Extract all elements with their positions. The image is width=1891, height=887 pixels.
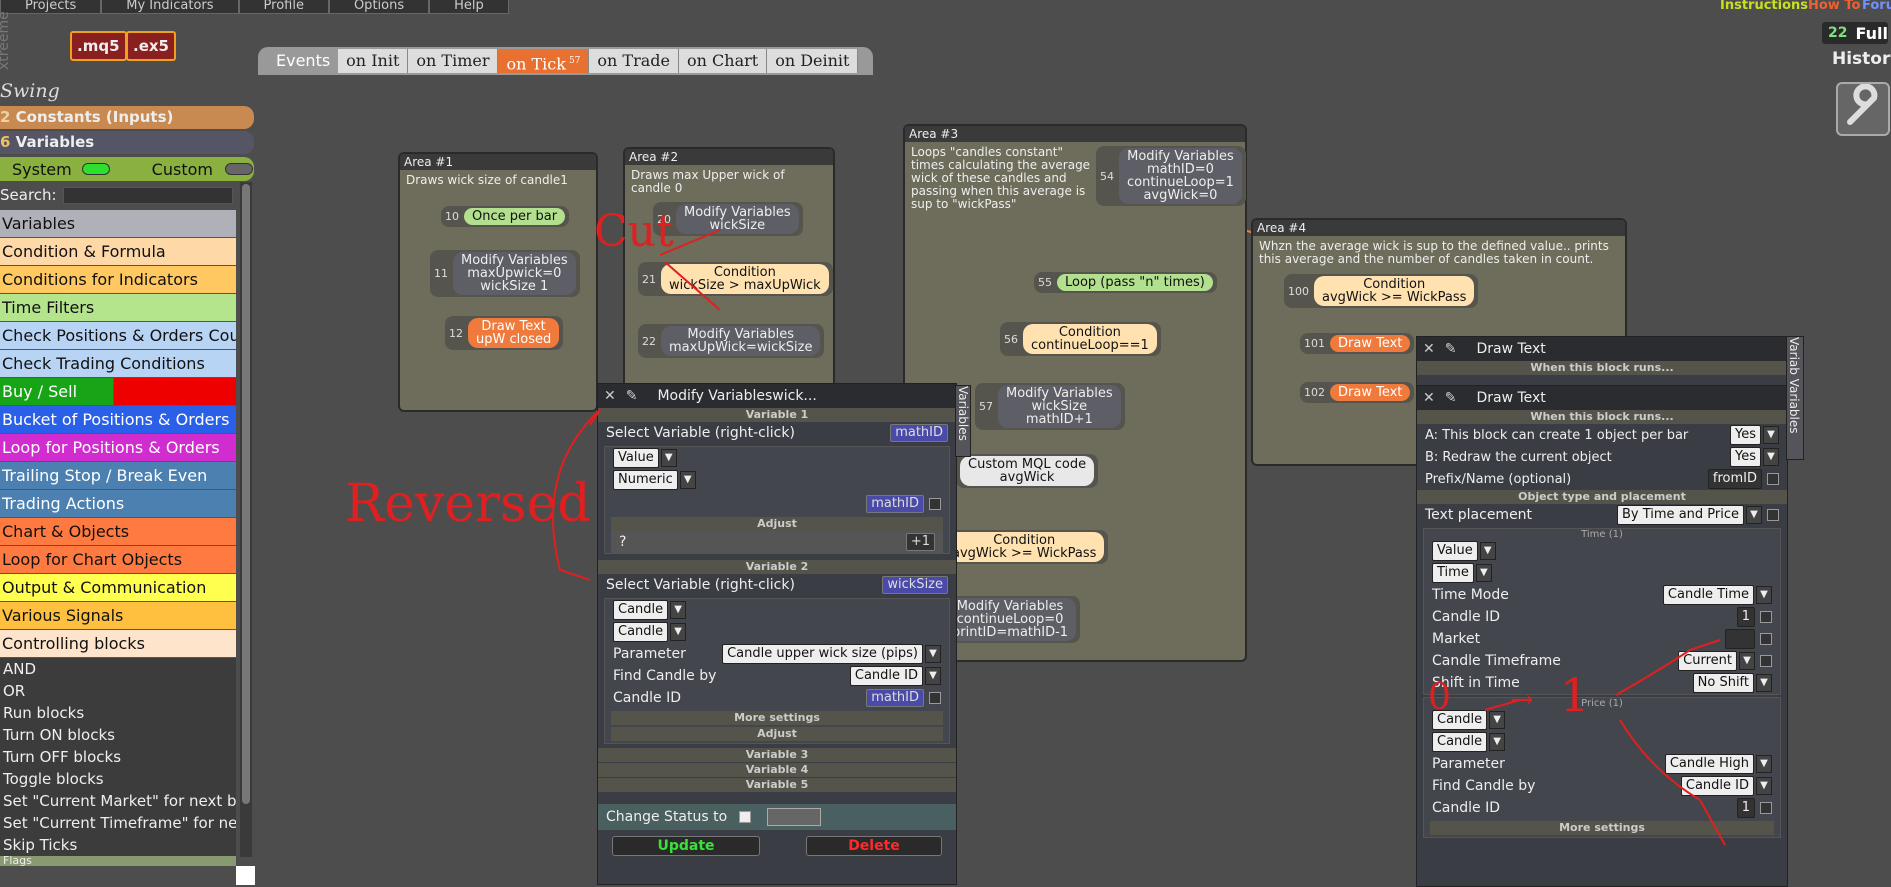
annotation-one: 1 — [1560, 668, 1590, 722]
annotation-cut: Cut — [594, 206, 674, 257]
annotation-reversed: Reversed — [345, 474, 591, 534]
annotation-zero: 0 — [1428, 677, 1451, 718]
red-annotations — [552, 229, 1726, 846]
annotation-arrow: → — [1510, 683, 1534, 716]
